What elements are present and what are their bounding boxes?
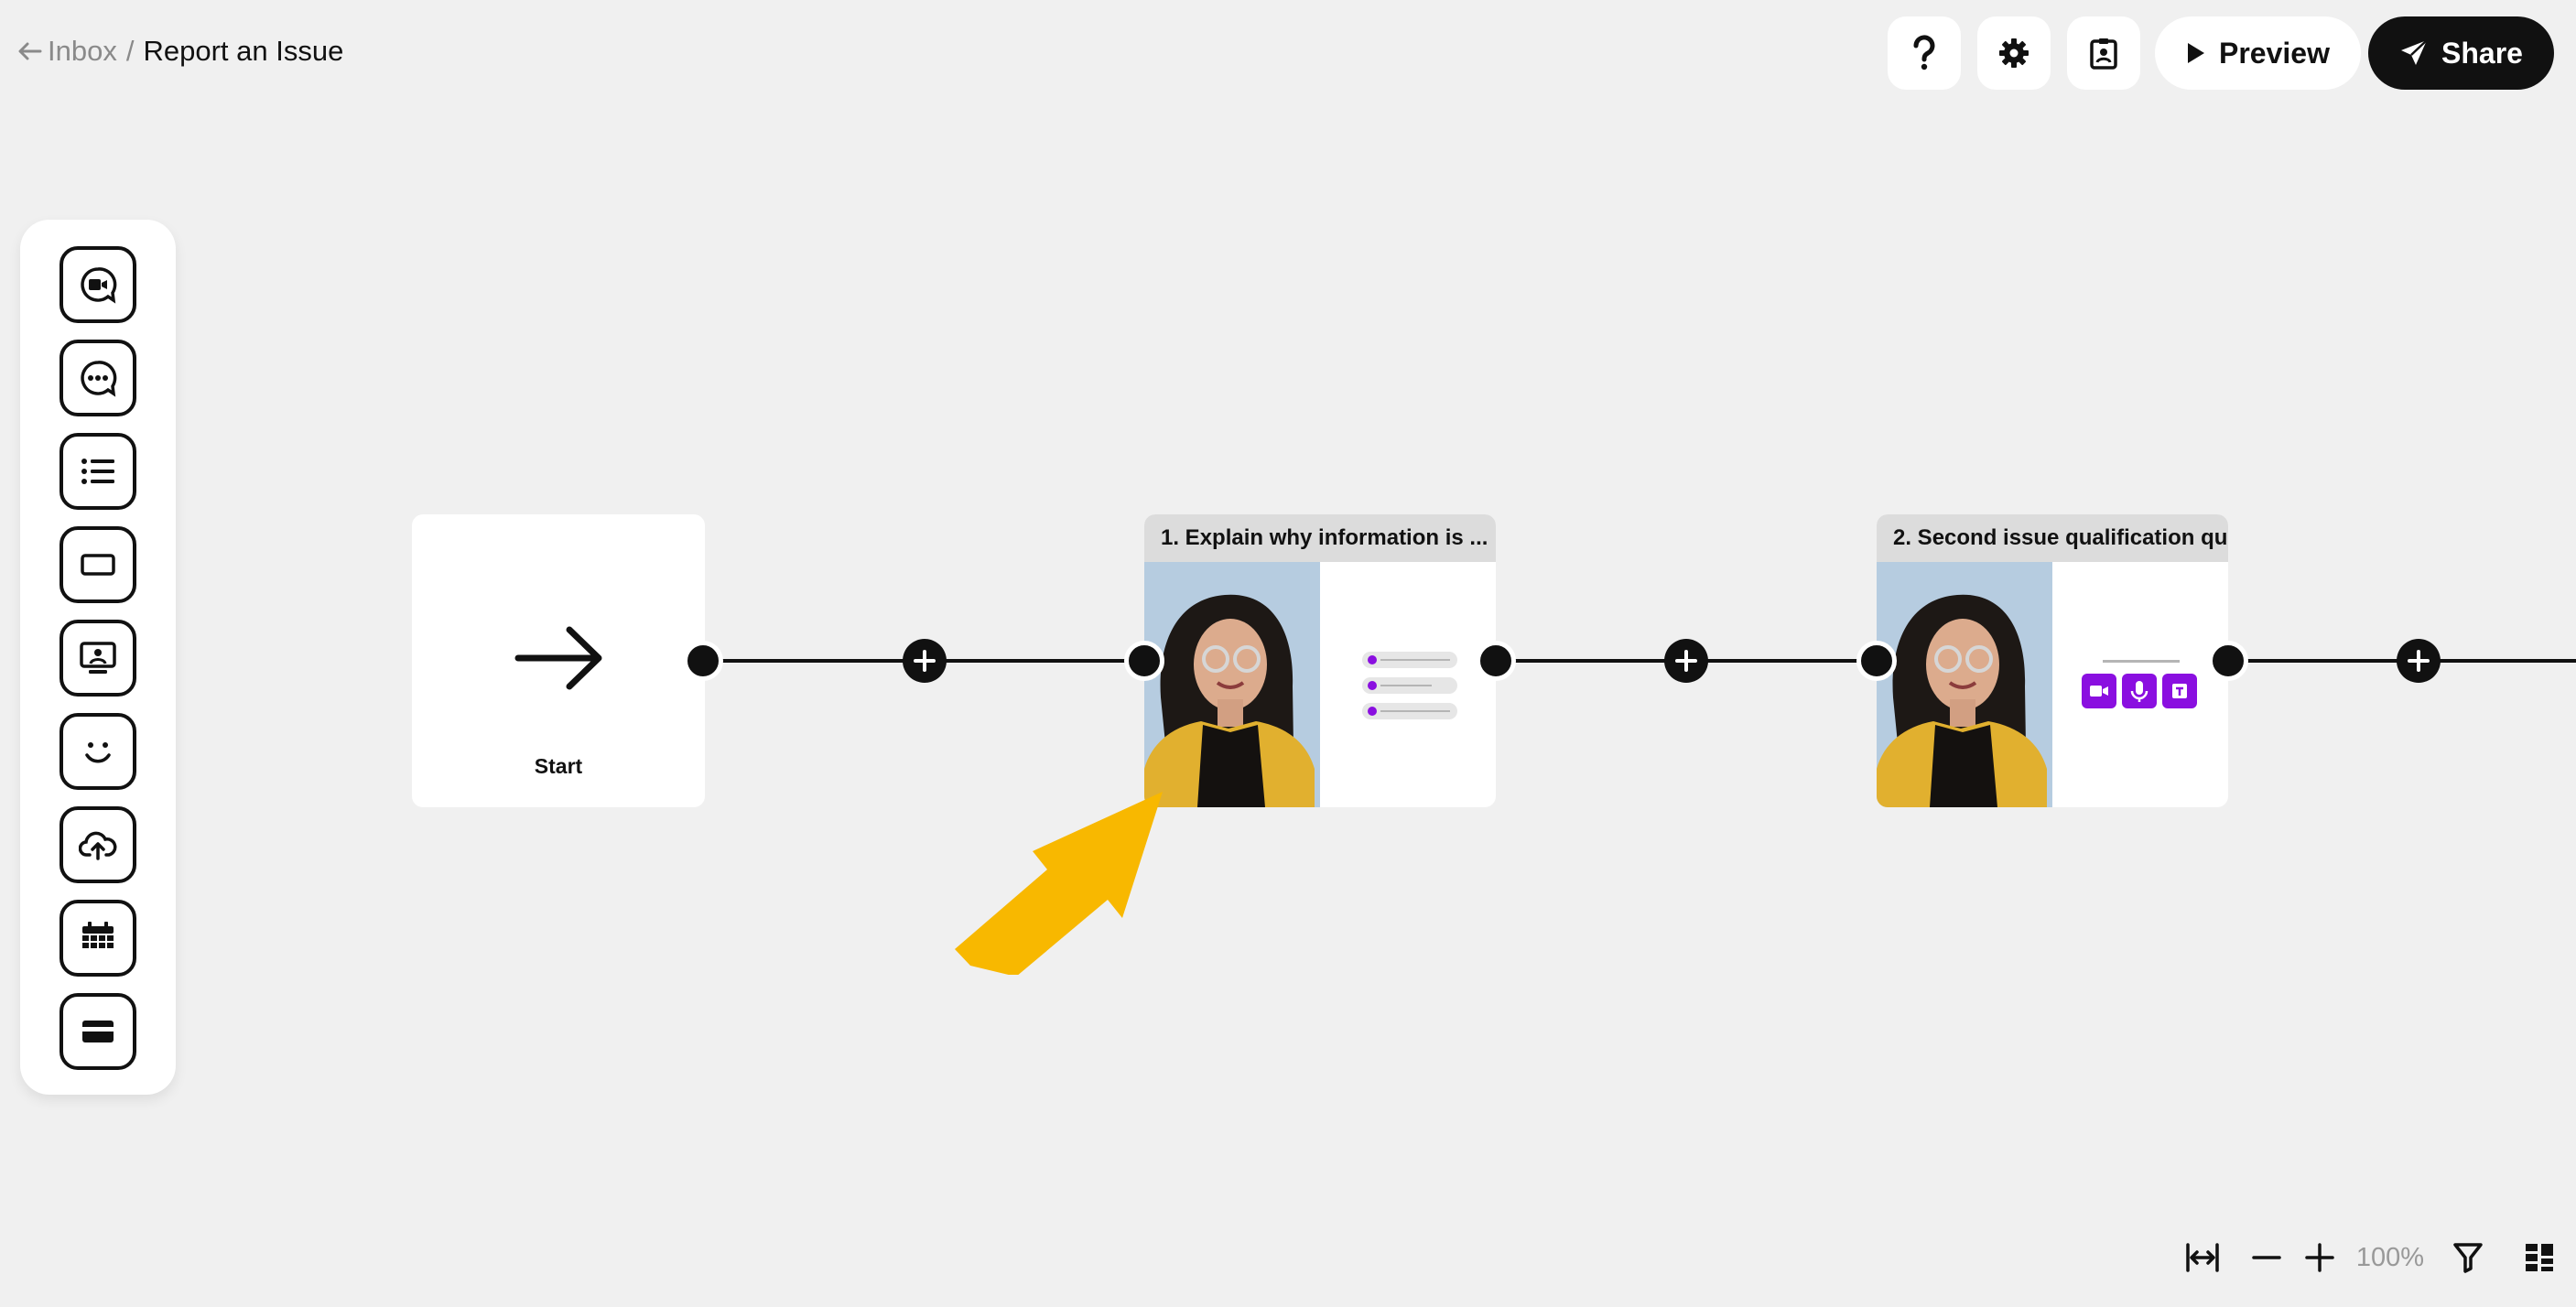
presenter-photo xyxy=(1877,562,2052,807)
send-icon xyxy=(2401,39,2428,65)
plus-icon xyxy=(914,650,936,672)
audio-response-icon xyxy=(2122,674,2157,713)
contact-card-button[interactable] xyxy=(2067,16,2140,90)
contact-card-icon xyxy=(2090,38,2117,70)
start-label: Start xyxy=(534,754,583,778)
video-question-icon xyxy=(81,267,117,304)
back-link[interactable]: Inbox xyxy=(18,35,117,68)
breadcrumb-separator: / xyxy=(125,35,135,67)
fit-width-button[interactable] xyxy=(2182,1237,2223,1278)
filter-button[interactable] xyxy=(2448,1237,2488,1278)
add-step-button[interactable] xyxy=(903,639,947,683)
preview-button[interactable]: Preview xyxy=(2155,16,2361,90)
step-title: 1. Explain why information is ... xyxy=(1144,514,1496,562)
block-toolbar xyxy=(20,220,176,1095)
settings-button[interactable] xyxy=(1977,16,2051,90)
minimap-button[interactable] xyxy=(2519,1237,2560,1278)
plus-icon xyxy=(2408,650,2430,672)
plus-icon xyxy=(1675,650,1697,672)
arrow-left-icon xyxy=(18,42,42,60)
calendar-icon xyxy=(82,922,114,948)
annotation-arrow-icon xyxy=(955,792,1163,975)
grid-layout-icon xyxy=(2526,1244,2553,1271)
smile-icon xyxy=(85,742,111,763)
breadcrumb: Inbox / Report an Issue xyxy=(18,27,343,75)
add-chat-question-button[interactable] xyxy=(60,340,136,416)
list-question-icon xyxy=(81,459,114,484)
minus-icon xyxy=(2252,1256,2281,1259)
presenter-photo xyxy=(1144,562,1320,807)
input-port[interactable] xyxy=(1124,641,1164,681)
response-type-preview xyxy=(2052,562,2228,807)
zoom-out-button[interactable] xyxy=(2246,1237,2287,1278)
gear-icon xyxy=(1999,38,2029,68)
add-text-input-button[interactable] xyxy=(60,526,136,603)
option-bullet xyxy=(1368,707,1377,716)
text-input-icon xyxy=(81,554,115,576)
chat-question-icon xyxy=(81,361,117,397)
add-video-question-button[interactable] xyxy=(60,246,136,323)
help-button[interactable] xyxy=(1888,16,1961,90)
share-label: Share xyxy=(2441,36,2523,70)
plus-icon xyxy=(2305,1243,2334,1272)
zoom-level: 100% xyxy=(2355,1242,2425,1272)
add-step-button[interactable] xyxy=(1664,639,1708,683)
add-upload-button[interactable] xyxy=(60,806,136,883)
option-bullet xyxy=(1368,655,1377,664)
screen-record-icon xyxy=(80,642,116,674)
page-title: Report an Issue xyxy=(143,35,344,67)
add-payment-button[interactable] xyxy=(60,993,136,1070)
fit-width-icon xyxy=(2186,1243,2219,1272)
output-port[interactable] xyxy=(1476,641,1516,681)
question-icon xyxy=(1913,35,1935,70)
start-node[interactable]: Start xyxy=(412,514,705,807)
back-label: Inbox xyxy=(48,35,117,67)
output-port[interactable] xyxy=(683,641,723,681)
add-list-question-button[interactable] xyxy=(60,433,136,510)
add-rating-button[interactable] xyxy=(60,713,136,790)
payment-card-icon xyxy=(82,1021,114,1042)
step-card[interactable]: 2. Second issue qualification questions xyxy=(1877,514,2228,807)
step-card[interactable]: 1. Explain why information is ... xyxy=(1144,514,1496,807)
zoom-in-button[interactable] xyxy=(2300,1237,2340,1278)
upload-cloud-icon xyxy=(79,831,117,860)
add-calendar-button[interactable] xyxy=(60,900,136,977)
output-port[interactable] xyxy=(2208,641,2248,681)
preview-label: Preview xyxy=(2219,36,2330,70)
add-step-button[interactable] xyxy=(2397,639,2441,683)
video-response-icon xyxy=(2082,674,2116,713)
option-bullet xyxy=(1368,681,1377,690)
add-screen-record-button[interactable] xyxy=(60,620,136,697)
option-list-preview xyxy=(1320,562,1496,807)
input-port[interactable] xyxy=(1856,641,1897,681)
filter-icon xyxy=(2453,1243,2483,1273)
play-icon xyxy=(2188,43,2204,63)
step-title: 2. Second issue qualification questions xyxy=(1877,514,2228,562)
text-response-icon xyxy=(2162,674,2197,713)
arrow-right-icon xyxy=(514,626,602,690)
share-button[interactable]: Share xyxy=(2368,16,2554,90)
